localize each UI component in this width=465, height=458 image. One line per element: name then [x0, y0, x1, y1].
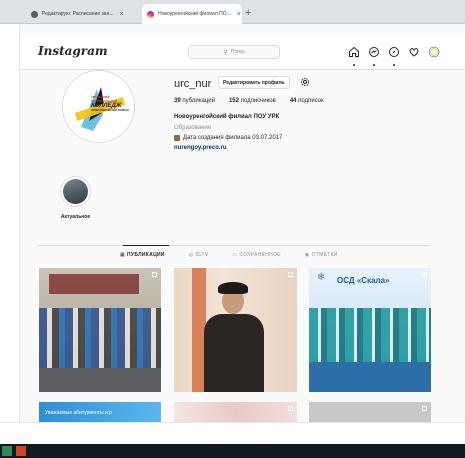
messenger-icon[interactable] [367, 45, 381, 59]
highlight-label: Актуальное [60, 214, 91, 220]
grid-icon: ▦ [120, 252, 126, 258]
posts-count[interactable]: 39 публикаций [174, 98, 215, 104]
taskbar-app-icon[interactable] [16, 446, 26, 456]
search-input[interactable]: ⚲ Поиск [188, 45, 280, 59]
tab-posts[interactable]: ▦ ПУБЛИКАЦИИ [120, 252, 165, 258]
tabs-divider [38, 245, 430, 246]
post-banner[interactable]: Уважаемые абитуриенты и р [39, 402, 161, 422]
highlight-cover [63, 179, 88, 204]
post-gray[interactable] [309, 402, 431, 422]
multi-post-icon [422, 406, 427, 411]
tab-label: Редактирую: Расписание зан... [42, 11, 114, 17]
new-tab-button[interactable]: + [245, 7, 251, 19]
gear-icon[interactable] [299, 76, 311, 88]
tag-icon: ◉ [304, 252, 310, 258]
people-shape [39, 308, 161, 368]
bio-text: Дата создания филиала 03.07.2017 [183, 135, 283, 141]
browser-tab-schedule[interactable]: Редактирую: Расписание зан... × [26, 4, 140, 24]
post-group-photo[interactable] [39, 268, 161, 392]
post-caption: ОСД «Скала» [337, 276, 390, 285]
following-count[interactable]: 44 подписок [290, 98, 324, 104]
search-icon: ⚲ [223, 49, 228, 56]
profile-category: Образование [174, 125, 212, 131]
screen: Редактирую: Расписание зан... × Новоурен… [0, 0, 465, 458]
igtv-icon: ◎ [188, 252, 194, 258]
label: публикаций [182, 98, 215, 104]
count: 44 [289, 98, 297, 104]
tab-label: СОХРАНЕННОЕ [239, 252, 281, 258]
snowflake-icon: ❄ [317, 272, 326, 283]
tab-label: Новоуренгойский филиал ПО... [158, 11, 231, 17]
post-skala-team[interactable]: ❄ ОСД «Скала» [309, 268, 431, 392]
taskbar-app-icon[interactable] [2, 446, 12, 456]
tab-saved[interactable]: ▭ СОХРАНЕННОЕ [232, 252, 281, 258]
tab-igtv[interactable]: ◎ IGTV [189, 252, 209, 258]
blank-area [0, 422, 465, 444]
browser-tab-instagram[interactable]: Новоуренгойский филиал ПО... × [142, 4, 242, 24]
profile-tabs: ▦ ПУБЛИКАЦИИ ◎ IGTV ▭ СОХРАНЕННОЕ ◉ ОТМЕТКИ [120, 252, 338, 258]
avatar-logo-text: УРАЛЬСКИЙ РЕГИОНАЛЬНЫЙ КОЛЛЕДЖ НОВОУРЕНГ… [91, 95, 131, 113]
indicator-dot [393, 64, 395, 66]
edit-profile-button[interactable]: Редактировать профиль [218, 76, 290, 89]
tab-label: IGTV [195, 252, 209, 258]
close-icon[interactable]: × [237, 11, 241, 18]
taskbar [0, 444, 465, 458]
instagram-header: Instagram ⚲ Поиск [20, 36, 465, 70]
building-icon [174, 135, 180, 141]
multi-post-icon [422, 272, 427, 277]
tab-label: ОТМЕТКИ [311, 252, 338, 258]
instagram-logo[interactable]: Instagram [38, 44, 108, 58]
story-highlight[interactable] [60, 176, 91, 207]
browser-tab-strip: Редактирую: Расписание зан... × Новоурен… [0, 0, 465, 24]
logo-line: НОВОУРЕНГОЙСКИЙ ФИЛИАЛ [91, 109, 129, 112]
count: 39 [174, 98, 181, 104]
avatar-icon[interactable] [427, 45, 441, 59]
home-indicator-dot [353, 64, 355, 66]
bookmark-icon: ▭ [232, 252, 238, 258]
hair-shape [218, 282, 248, 294]
followers-count[interactable]: 152 подписчиков [229, 98, 276, 104]
label: подписчиков [240, 98, 276, 104]
profile-bio: Дата создания филиала 03.07.2017 [174, 135, 282, 141]
profile-username: urc_nur [174, 78, 212, 90]
tab-label: ПУБЛИКАЦИИ [127, 252, 165, 258]
header-nav [347, 45, 441, 59]
floor-shape [39, 368, 161, 392]
profile-stats: 39 публикаций 152 подписчиков 44 подписо… [174, 98, 324, 104]
team-shape [309, 308, 431, 362]
explore-icon[interactable] [387, 45, 401, 59]
left-gutter [0, 24, 20, 422]
search-placeholder: Поиск [230, 49, 245, 55]
multi-post-icon [288, 272, 293, 277]
tab-edge [6, 4, 16, 24]
profile-full-name: Новоуренгойский филиал ПОУ УРК [174, 114, 280, 120]
browser-viewport: Instagram ⚲ Поиск УРАЛЬСКИЙ РЕГИОНАЛЬНЫЙ… [20, 24, 465, 422]
profile-website-link[interactable]: nurengoy.preco.ru [174, 145, 227, 151]
multi-post-icon [288, 406, 293, 411]
heart-icon[interactable] [407, 45, 421, 59]
wordpress-icon [31, 10, 38, 18]
post-flowers[interactable] [174, 402, 297, 422]
instagram-favicon-icon [147, 10, 154, 18]
multi-post-icon [152, 272, 157, 277]
banner-text: Уважаемые абитуриенты и р [45, 410, 112, 416]
indicator-dot [373, 64, 375, 66]
tab-tagged[interactable]: ◉ ОТМЕТКИ [305, 252, 338, 258]
count: 152 [228, 98, 239, 104]
post-student-portrait[interactable] [174, 268, 297, 392]
ground-shape [309, 362, 431, 392]
close-icon[interactable]: × [120, 11, 124, 18]
hoodie-shape [204, 314, 264, 392]
banner-shape [49, 274, 139, 294]
active-tab-indicator [123, 245, 169, 246]
label: подписок [298, 98, 324, 104]
home-icon[interactable] [347, 45, 361, 59]
profile-avatar[interactable]: УРАЛЬСКИЙ РЕГИОНАЛЬНЫЙ КОЛЛЕДЖ НОВОУРЕНГ… [62, 70, 135, 143]
